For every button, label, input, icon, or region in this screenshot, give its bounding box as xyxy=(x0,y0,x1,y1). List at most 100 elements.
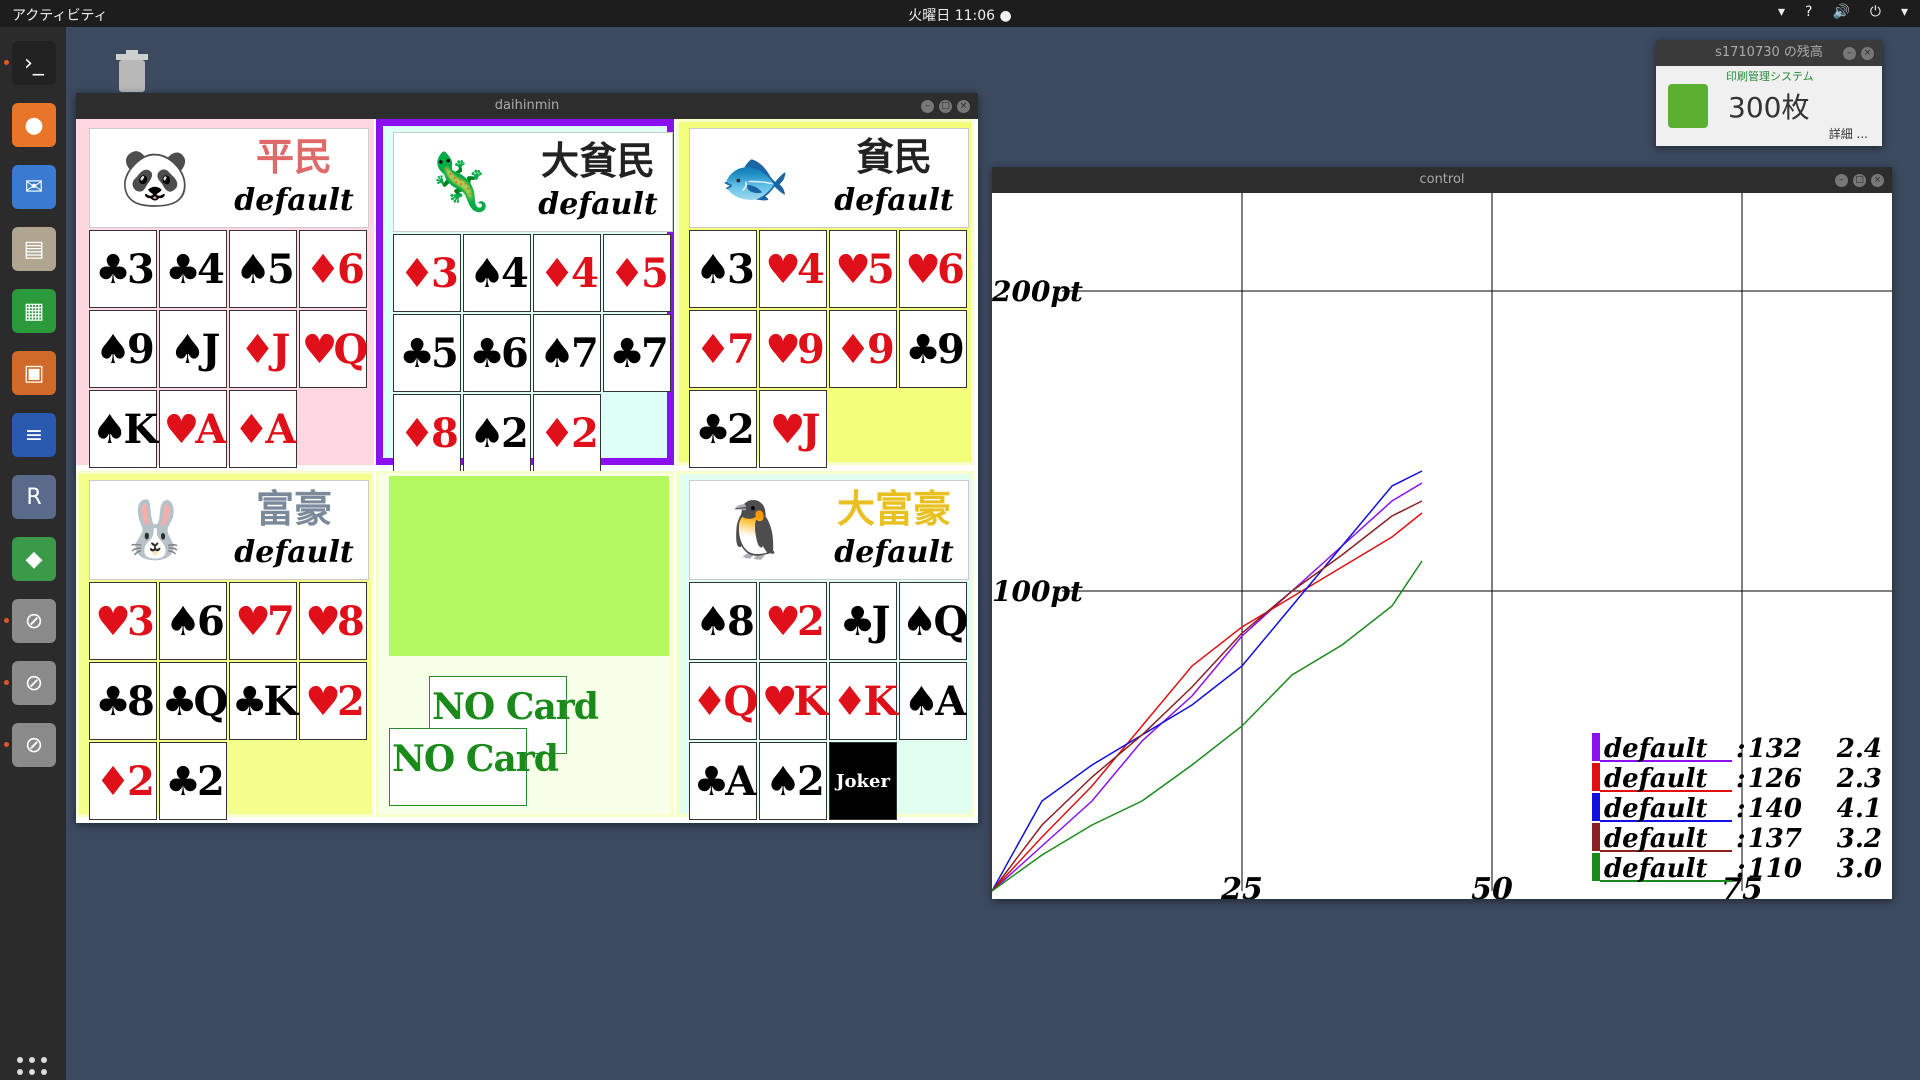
app-icon[interactable]: ◆ xyxy=(12,537,56,581)
tray-item[interactable]: ▾ xyxy=(1778,4,1785,20)
blocked-icon[interactable]: ⊘ xyxy=(4,723,56,767)
playing-card[interactable]: ♣5 xyxy=(393,314,461,392)
maximize-button[interactable]: □ xyxy=(1853,174,1866,187)
playing-card[interactable]: Joker xyxy=(829,742,897,820)
player-header: 🐰 富豪 default xyxy=(89,480,369,580)
minimize-button[interactable]: – xyxy=(921,100,934,113)
playing-card[interactable]: ♠9 xyxy=(89,310,157,388)
files-icon[interactable]: ▤ xyxy=(12,227,56,271)
tray-item[interactable]: ▾ xyxy=(1901,4,1908,20)
playing-card[interactable]: ♥Q xyxy=(299,310,368,388)
r-icon[interactable]: R xyxy=(12,475,56,519)
playing-card[interactable]: ♣3 xyxy=(89,230,157,308)
writer-icon[interactable]: ≡ xyxy=(12,413,56,457)
tray-item[interactable]: 🔊 xyxy=(1832,4,1849,20)
maximize-button[interactable]: □ xyxy=(939,100,952,113)
tray-item[interactable]: ? xyxy=(1805,4,1812,20)
y-tick-label: 100pt xyxy=(992,575,1083,608)
blocked-icon[interactable]: ⊘ xyxy=(4,661,56,705)
playing-card[interactable]: ♥7 xyxy=(229,582,297,660)
playing-card[interactable]: ♣7 xyxy=(603,314,671,392)
playing-card[interactable]: ♥J xyxy=(759,390,827,468)
field-top xyxy=(389,476,669,656)
playing-card[interactable]: ♥9 xyxy=(759,310,827,388)
playing-card[interactable]: ♥8 xyxy=(299,582,367,660)
window-titlebar[interactable]: control – □ × xyxy=(992,167,1892,193)
player-rank: 大貧民 xyxy=(540,138,655,183)
playing-card[interactable]: ♥A xyxy=(159,390,227,468)
playing-card[interactable]: ♦A xyxy=(229,390,297,468)
firefox-icon[interactable]: ● xyxy=(12,103,56,147)
trash-icon[interactable] xyxy=(110,46,154,94)
close-button[interactable]: × xyxy=(1861,47,1874,60)
impress-icon[interactable]: ▣ xyxy=(12,351,56,395)
playing-card[interactable]: ♦8 xyxy=(393,394,461,472)
playing-card[interactable]: ♣6 xyxy=(463,314,531,392)
playing-card[interactable]: ♠J xyxy=(159,310,227,388)
playing-card[interactable]: ♠5 xyxy=(229,230,297,308)
window-titlebar[interactable]: daihinmin – □ × xyxy=(76,93,978,119)
playing-card[interactable]: ♦4 xyxy=(533,234,601,312)
playing-card[interactable]: ♠2 xyxy=(759,742,827,820)
window-title: daihinmin xyxy=(494,98,560,113)
playing-card[interactable]: ♦Q xyxy=(689,662,758,740)
close-button[interactable]: × xyxy=(1871,174,1884,187)
playing-card[interactable]: ♥3 xyxy=(89,582,157,660)
calc-icon[interactable]: ▦ xyxy=(12,289,56,333)
playing-card[interactable]: ♣2 xyxy=(159,742,227,820)
playing-card[interactable]: ♦6 xyxy=(299,230,367,308)
playing-card[interactable]: ♦K xyxy=(829,662,898,740)
playing-card[interactable]: ♠3 xyxy=(689,230,757,308)
tray-item[interactable]: ⏻ xyxy=(1870,4,1881,20)
playing-card[interactable]: ♠6 xyxy=(159,582,227,660)
playing-card[interactable]: ♦3 xyxy=(393,234,461,312)
widget-titlebar[interactable]: s1710730 の残高 – × xyxy=(1656,40,1882,66)
playing-card[interactable]: ♥K xyxy=(759,662,828,740)
playing-card[interactable]: ♣9 xyxy=(899,310,967,388)
playing-card[interactable]: ♠A xyxy=(899,662,967,740)
playing-card[interactable]: ♣8 xyxy=(89,662,157,740)
playing-card[interactable]: ♦2 xyxy=(533,394,601,472)
blocked-icon[interactable]: ⊘ xyxy=(4,599,56,643)
details-link[interactable]: 詳細 ... xyxy=(1829,125,1868,142)
clock[interactable]: 火曜日 11:06 ● xyxy=(0,5,1920,25)
playing-card[interactable]: ♥5 xyxy=(829,230,897,308)
player-rank: 大富豪 xyxy=(836,486,951,531)
legend-swatch xyxy=(1592,733,1600,761)
thunderbird-icon[interactable]: ✉ xyxy=(12,165,56,209)
playing-card[interactable]: ♣Q xyxy=(159,662,228,740)
print-balance-widget: s1710730 の残高 – × 印刷管理システム 300枚 詳細 ... xyxy=(1656,40,1882,146)
minimize-button[interactable]: – xyxy=(1843,47,1856,60)
playing-card[interactable]: ♣J xyxy=(829,582,897,660)
playing-card[interactable]: ♦9 xyxy=(829,310,897,388)
playing-card[interactable]: ♣A xyxy=(689,742,757,820)
playing-card[interactable]: ♦7 xyxy=(689,310,757,388)
show-apps-button[interactable] xyxy=(17,1057,49,1080)
player-area: 🐰 富豪 default ♥3 ♠6 ♥7 ♥8 ♣8 ♣Q ♣K ♥2 ♦2 ♣2 xyxy=(76,471,374,820)
playing-card[interactable]: ♣K xyxy=(229,662,298,740)
playing-card[interactable]: ♠2 xyxy=(463,394,531,472)
system-tray[interactable]: ▾? 🔊 ⏻ ▾ xyxy=(1778,4,1908,20)
playing-card[interactable]: ♦5 xyxy=(603,234,671,312)
close-button[interactable]: × xyxy=(957,100,970,113)
player-name: default xyxy=(234,183,354,218)
playing-card[interactable]: ♠4 xyxy=(463,234,531,312)
player-rank: 富豪 xyxy=(255,486,332,531)
playing-card[interactable]: ♣2 xyxy=(689,390,757,468)
playing-card[interactable]: ♠Q xyxy=(899,582,968,660)
playing-card[interactable]: ♦2 xyxy=(89,742,157,820)
minimize-button[interactable]: – xyxy=(1835,174,1848,187)
playing-card[interactable]: ♠8 xyxy=(689,582,757,660)
legend-swatch xyxy=(1592,853,1600,881)
playing-card[interactable]: ♠K xyxy=(89,390,158,468)
terminal-icon[interactable]: ›_ xyxy=(4,41,56,85)
playing-card[interactable]: ♥2 xyxy=(759,582,827,660)
playing-card[interactable]: ♠7 xyxy=(533,314,601,392)
playing-card[interactable]: ♦J xyxy=(229,310,297,388)
playing-card[interactable]: ♥2 xyxy=(299,662,367,740)
legend-swatch xyxy=(1592,793,1600,821)
playing-card[interactable]: ♣4 xyxy=(159,230,227,308)
playing-card[interactable]: ♥4 xyxy=(759,230,827,308)
player-area: 🦎 大貧民 default ♦3 ♠4 ♦4 ♦5 ♣5 ♣6 ♠7 ♣7 ♦8 ♠2 ♦2 xyxy=(376,119,674,472)
playing-card[interactable]: ♥6 xyxy=(899,230,967,308)
